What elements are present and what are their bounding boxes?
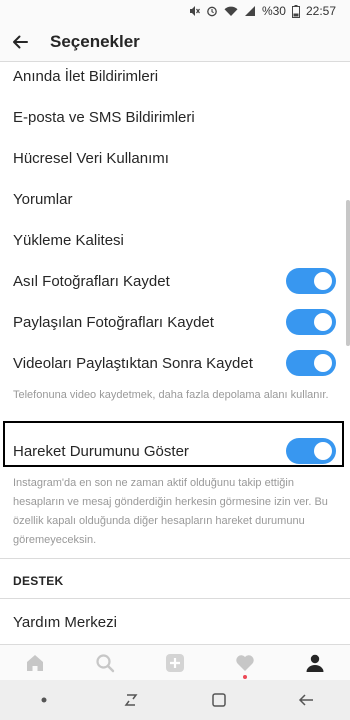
- system-nav-bar: [0, 680, 350, 720]
- settings-toggle-save-posted-photos[interactable]: Paylaşılan Fotoğrafları Kaydet: [0, 302, 350, 342]
- search-icon: [96, 653, 115, 672]
- battery-level: %30: [261, 4, 286, 18]
- scrollbar[interactable]: [346, 200, 350, 346]
- home-square-icon: [212, 693, 226, 707]
- settings-item-push-notifications[interactable]: Anında İlet Bildirimleri: [0, 62, 350, 96]
- settings-item-help-center[interactable]: Yardım Merkezi: [0, 602, 350, 642]
- settings-item-upload-quality[interactable]: Yükleme Kalitesi: [0, 220, 350, 260]
- save-original-photos-toggle[interactable]: [286, 268, 336, 294]
- settings-item-comments[interactable]: Yorumlar: [0, 179, 350, 219]
- back-button[interactable]: [281, 680, 331, 720]
- profile-icon: [306, 654, 324, 672]
- settings-list: Anında İlet Bildirimleri E-posta ve SMS …: [0, 62, 350, 644]
- tab-add[interactable]: [155, 645, 195, 681]
- back-icon: [299, 694, 314, 706]
- notification-dot: [243, 674, 247, 679]
- video-storage-note: Telefonuna video kaydetmek, daha fazla d…: [13, 389, 329, 401]
- back-arrow-icon[interactable]: [0, 22, 40, 62]
- dot-icon: [41, 697, 47, 703]
- settings-item-label: Anında İlet Bildirimleri: [13, 67, 159, 85]
- settings-toggle-save-videos-after-posting[interactable]: Videoları Paylaştıktan Sonra Kaydet: [0, 343, 350, 383]
- section-divider: [0, 558, 350, 559]
- settings-toggle-save-original-photos[interactable]: Asıl Fotoğrafları Kaydet: [0, 261, 350, 301]
- recent-apps-button[interactable]: [106, 680, 156, 720]
- home-icon: [27, 654, 43, 671]
- toggle-knob: [314, 354, 332, 372]
- heart-icon: [236, 654, 254, 671]
- tab-bar: [0, 644, 350, 680]
- page-title: Seçenekler: [50, 31, 140, 51]
- activity-status-note: Instagram'da en son ne zaman aktif olduğ…: [13, 477, 328, 546]
- nav-dot-button[interactable]: [19, 680, 69, 720]
- wifi-icon: [224, 6, 238, 16]
- header: Seçenekler: [0, 22, 350, 62]
- status-time: 22:57: [305, 4, 336, 18]
- section-header-support: DESTEK: [13, 574, 64, 588]
- save-posted-photos-toggle[interactable]: [286, 309, 336, 335]
- settings-item-label: Hücresel Veri Kullanımı: [13, 149, 169, 167]
- settings-item-label: Yorumlar: [13, 190, 73, 208]
- highlight-box: [3, 421, 344, 467]
- alarm-icon: [207, 6, 217, 17]
- battery-icon: [291, 4, 300, 18]
- home-button[interactable]: [194, 680, 244, 720]
- settings-item-label: Yükleme Kalitesi: [13, 231, 124, 249]
- section-divider: [0, 598, 350, 599]
- settings-item-cellular-data[interactable]: Hücresel Veri Kullanımı: [0, 138, 350, 178]
- tab-search[interactable]: [85, 645, 125, 681]
- toggle-knob: [314, 313, 332, 331]
- toggle-knob: [314, 272, 332, 290]
- settings-item-email-sms-notifications[interactable]: E-posta ve SMS Bildirimleri: [0, 97, 350, 137]
- mute-icon: [189, 6, 200, 16]
- status-bar: %30 22:57: [0, 0, 350, 22]
- tab-home[interactable]: [15, 645, 55, 681]
- settings-item-label: E-posta ve SMS Bildirimleri: [13, 108, 195, 126]
- tab-activity[interactable]: [225, 645, 265, 681]
- tab-profile[interactable]: [295, 645, 335, 681]
- recent-apps-icon: [124, 694, 138, 706]
- save-videos-toggle[interactable]: [286, 350, 336, 376]
- add-icon: [166, 653, 184, 672]
- signal-icon: [244, 6, 255, 16]
- settings-item-label: Yardım Merkezi: [13, 613, 117, 631]
